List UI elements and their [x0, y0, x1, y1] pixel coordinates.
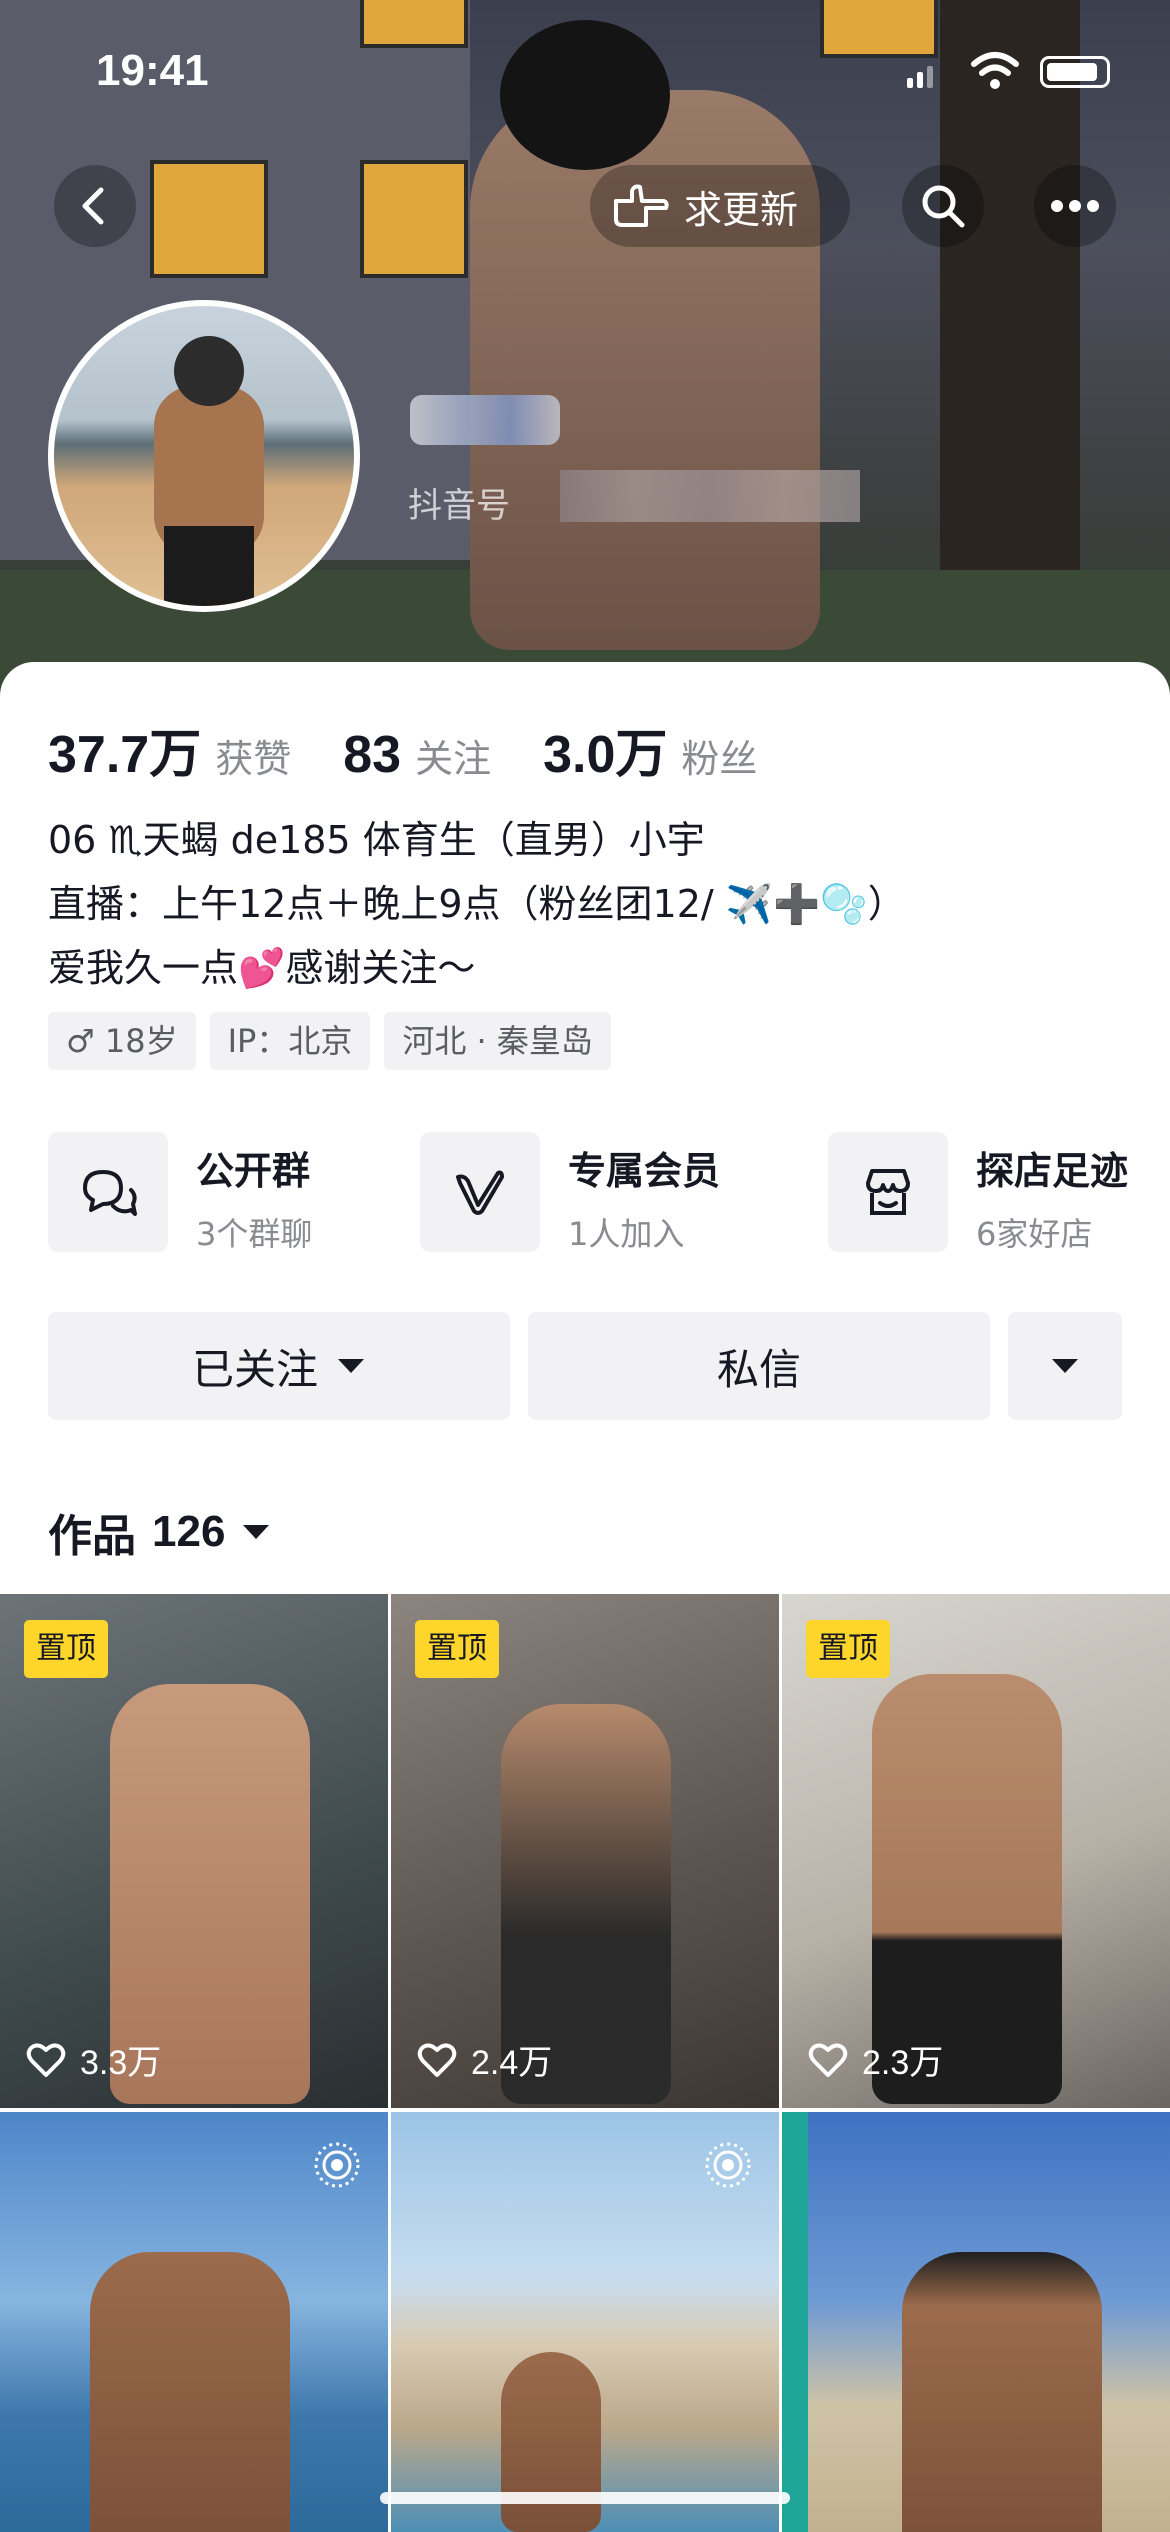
shop-visits-entry[interactable]: 探店足迹 6家好店: [828, 1132, 1128, 1255]
video-thumbnail[interactable]: [0, 2112, 388, 2532]
wifi-icon: [971, 52, 1019, 89]
video-likes: 2.4万: [417, 2035, 552, 2084]
works-label: 作品: [48, 1511, 136, 1562]
request-update-label: 求更新: [684, 187, 799, 232]
message-button-label: 私信: [716, 1344, 801, 1394]
feature-subtitle: 3个群聊: [196, 1215, 313, 1253]
home-indicator: [380, 2492, 790, 2504]
heart-icon: [808, 2042, 848, 2077]
feature-subtitle: 1人加入: [568, 1215, 685, 1253]
hand-point-icon: [614, 184, 669, 227]
douyin-id-label: 抖音号: [408, 486, 510, 526]
caret-down-icon: [243, 1525, 270, 1539]
following-count[interactable]: 83: [343, 725, 401, 785]
profile-stats: 37.7万 获赞 83 关注 3.0万 粉丝: [48, 712, 809, 787]
profile-features: 公开群 3个群聊 专属会员 1人加入 探店足迹 6家好店: [48, 1132, 1170, 1255]
cellular-signal-icon: [907, 66, 933, 88]
likes-count[interactable]: 37.7万: [48, 712, 201, 787]
search-icon: [922, 185, 965, 228]
window-decoration: [150, 160, 268, 278]
window-decoration: [360, 160, 468, 278]
video-grid: 置顶 3.3万 置顶 2.4万 置顶 2.3万: [0, 1594, 1170, 2532]
heart-icon: [26, 2042, 66, 2077]
feature-title: 专属会员: [568, 1149, 721, 1193]
message-button[interactable]: 私信: [528, 1312, 990, 1420]
username-blurred: [410, 395, 560, 445]
group-chat-icon: [48, 1132, 168, 1252]
douyin-id-blurred: [560, 470, 860, 522]
video-thumbnail[interactable]: 置顶 2.3万: [782, 1594, 1170, 2108]
video-thumbnail[interactable]: [391, 2112, 779, 2532]
live-photo-icon: [314, 2142, 360, 2188]
following-label[interactable]: 关注: [415, 728, 491, 783]
request-update-button[interactable]: 求更新: [590, 165, 850, 247]
avatar-person-shorts: [164, 526, 254, 606]
following-button[interactable]: 已关注: [48, 1312, 510, 1420]
caret-down-icon: [1052, 1359, 1078, 1373]
followers-count[interactable]: 3.0万: [543, 712, 667, 787]
following-button-label: 已关注: [191, 1344, 318, 1394]
avatar[interactable]: [48, 300, 360, 612]
shop-icon: [828, 1132, 948, 1252]
battery-icon: [1040, 56, 1110, 88]
search-button[interactable]: [902, 165, 984, 247]
thumbnail-edge: [782, 2112, 808, 2532]
avatar-person-head: [174, 336, 244, 406]
works-tab[interactable]: 作品 126: [48, 1500, 271, 1564]
ip-location-tag: IP：北京: [209, 1012, 371, 1070]
profile-bio: 06 ♏天蝎 de185 体育生（直男）小宇 直播：上午12点＋晚上9点（粉丝团…: [48, 808, 906, 1000]
video-likes-count: 2.3万: [862, 2044, 944, 2082]
exclusive-member-entry[interactable]: 专属会员 1人加入: [420, 1132, 720, 1255]
feature-subtitle: 6家好店: [976, 1215, 1093, 1253]
vip-v-icon: [420, 1132, 540, 1252]
followers-label[interactable]: 粉丝: [681, 728, 757, 783]
likes-label[interactable]: 获赞: [215, 728, 291, 783]
bio-line: 直播：上午12点＋晚上9点（粉丝团12/ ✈️➕🫧）: [48, 882, 906, 926]
bio-line: 爱我久一点💕感谢关注～: [48, 946, 476, 990]
thumbnail-person: [501, 2352, 601, 2532]
video-thumbnail[interactable]: 置顶 2.4万: [391, 1594, 779, 2108]
works-count: 126: [152, 1507, 226, 1556]
hometown-tag[interactable]: 河北 · 秦皇岛: [384, 1012, 611, 1070]
caret-down-icon: [338, 1359, 364, 1373]
video-thumbnail[interactable]: 置顶 3.3万: [0, 1594, 388, 2108]
pinned-badge: 置顶: [24, 1620, 108, 1678]
video-thumbnail[interactable]: [782, 2112, 1170, 2532]
heart-icon: [417, 2042, 457, 2077]
pinned-badge: 置顶: [806, 1620, 890, 1678]
more-button[interactable]: [1034, 165, 1116, 247]
more-dots-icon: [1051, 200, 1099, 212]
video-likes: 2.3万: [808, 2035, 943, 2084]
live-photo-icon: [705, 2142, 751, 2188]
gender-age-tag: ♂ 18岁: [48, 1012, 196, 1070]
public-group-entry[interactable]: 公开群 3个群聊: [48, 1132, 312, 1255]
pinned-badge: 置顶: [415, 1620, 499, 1678]
video-likes-count: 2.4万: [471, 2044, 553, 2082]
status-time: 19:41: [96, 46, 209, 95]
feature-title: 公开群: [196, 1149, 311, 1193]
bio-line: 06 ♏天蝎 de185 体育生（直男）小宇: [48, 818, 705, 862]
thumbnail-person: [90, 2252, 290, 2532]
status-bar: 19:41: [0, 0, 1170, 150]
back-arrow-icon: [82, 187, 104, 225]
video-likes: 3.3万: [26, 2035, 161, 2084]
recommend-dropdown-button[interactable]: [1008, 1312, 1122, 1420]
back-button[interactable]: [54, 165, 136, 247]
video-likes-count: 3.3万: [80, 2044, 162, 2082]
thumbnail-person: [902, 2252, 1102, 2532]
feature-title: 探店足迹: [976, 1149, 1129, 1193]
profile-tags: ♂ 18岁 IP：北京 河北 · 秦皇岛: [48, 1012, 611, 1070]
